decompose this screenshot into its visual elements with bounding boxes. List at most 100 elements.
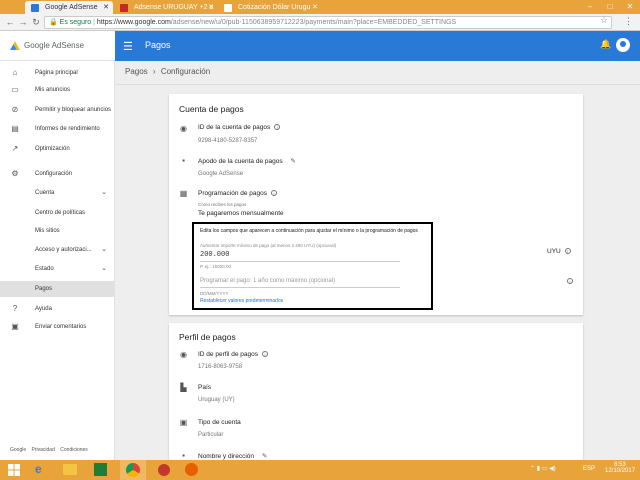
- edit-notice: Edita los campos que aparecen a continua…: [200, 228, 418, 234]
- sidebar-item-settings[interactable]: ⚙ Configuración: [0, 166, 115, 182]
- reload-icon[interactable]: ↻: [30, 16, 42, 28]
- payment-profile-card: Perfil de pagos ◉ ID de perfil de pagos i…: [169, 323, 583, 460]
- menu-icon[interactable]: ☰: [123, 40, 133, 53]
- file-explorer-icon[interactable]: [63, 464, 77, 475]
- info-icon[interactable]: i: [274, 124, 281, 131]
- url-input[interactable]: 🔒 Es seguro | https://www.google.com/ads…: [44, 16, 612, 29]
- back-icon[interactable]: ←: [4, 16, 16, 28]
- notifications-icon[interactable]: 🔔: [600, 39, 611, 50]
- sidebar-item-label: Estado: [35, 266, 54, 272]
- payment-schedule-label: Programación de pagos i: [198, 190, 278, 197]
- close-tab-icon[interactable]: ✕: [312, 1, 318, 14]
- browser-tab-strip: Google AdSense ✕ Adsense URUGUAY +2 a ✕ …: [0, 0, 640, 14]
- sidebar-item-label: Informes de rendimiento: [35, 126, 100, 132]
- payment-account-id-label: ID de la cuenta de pagos i: [198, 124, 281, 131]
- id-card-icon: ▪: [182, 156, 185, 165]
- sidebar-item-payments[interactable]: Pagos: [0, 281, 115, 297]
- ie-icon[interactable]: e: [35, 462, 49, 478]
- date-placeholder: DD/MM/YYYY: [200, 291, 229, 296]
- sidebar-item-my-sites[interactable]: Mis sitios: [0, 223, 115, 239]
- chevron-down-icon: ⌄: [101, 246, 107, 253]
- gear-icon: ⚙: [11, 169, 19, 178]
- edit-pencil-icon[interactable]: ✎: [290, 158, 295, 165]
- browser-tab-adsense-uruguay[interactable]: Adsense URUGUAY +2 a ✕: [114, 1, 218, 14]
- card-title: Perfil de pagos: [179, 332, 236, 342]
- forward-icon[interactable]: →: [17, 16, 29, 28]
- payment-threshold-edit-box: Edita los campos que aparecen a continua…: [192, 222, 433, 310]
- browser-menu-icon[interactable]: ⋮: [624, 16, 633, 27]
- tray-icons[interactable]: ⌃ ▮ ▭ ◀): [530, 465, 556, 472]
- clock[interactable]: 8:53 12/10/2017: [605, 462, 635, 474]
- language-indicator[interactable]: ESP: [583, 466, 595, 472]
- hold-info: i: [563, 278, 573, 285]
- edit-pencil-icon[interactable]: ✎: [262, 453, 267, 460]
- sidebar-item-optimization[interactable]: ↗ Optimización: [0, 141, 115, 157]
- threshold-label: Aumentar importe mínimo de pago (al meno…: [200, 243, 337, 248]
- adsense-favicon-icon: [31, 4, 39, 12]
- browser-tab-adsense[interactable]: Google AdSense ✕: [25, 1, 113, 14]
- threshold-input[interactable]: 200.000: [200, 251, 400, 262]
- sidebar-item-home[interactable]: ⌂ Página principal: [0, 65, 115, 81]
- label-text: ID de perfil de pagos: [198, 351, 258, 358]
- taskbar: e ⌃ ▮ ▭ ◀) ESP 8:53 12/10/2017: [0, 460, 640, 480]
- browser-tab-cotizacion[interactable]: Cotización Dólar Urugu ✕: [218, 1, 322, 14]
- info-icon[interactable]: i: [564, 248, 571, 255]
- maximize-icon[interactable]: □: [600, 0, 620, 14]
- footer-terms-link[interactable]: Condiciones: [60, 447, 88, 453]
- info-icon[interactable]: i: [261, 351, 268, 358]
- reports-icon: ▤: [11, 124, 19, 133]
- threshold-example: P. ej.: 15000.00: [200, 264, 231, 269]
- sidebar-item-label: Cuenta: [35, 190, 55, 196]
- info-icon[interactable]: i: [567, 278, 573, 285]
- sidebar-item-label: Página principal: [35, 70, 78, 76]
- contact-icon: ▪: [182, 451, 185, 460]
- close-tab-icon[interactable]: ✕: [103, 1, 109, 14]
- minimize-icon[interactable]: –: [580, 0, 600, 14]
- account-circle-icon: ◉: [180, 350, 187, 359]
- media-icon[interactable]: [158, 464, 170, 476]
- page-favicon-icon: [224, 4, 232, 12]
- info-icon[interactable]: i: [271, 190, 278, 197]
- ads-icon: ▭: [11, 85, 19, 94]
- sidebar-item-help[interactable]: ? Ayuda: [0, 301, 115, 317]
- account-type-value: Particular: [198, 432, 224, 438]
- excel-icon[interactable]: [94, 463, 107, 476]
- currency-label: UYU: [547, 248, 561, 255]
- sidebar-item-status[interactable]: Estado ⌄: [0, 261, 115, 277]
- sidebar-item-my-ads[interactable]: ▭ Mis anuncios: [0, 82, 115, 98]
- sidebar-item-label: Ayuda: [35, 306, 52, 312]
- sidebar-item-account[interactable]: Cuenta ⌄: [0, 185, 115, 201]
- firefox-icon[interactable]: [185, 463, 198, 476]
- sidebar-item-label: Mis anuncios: [35, 87, 71, 93]
- currency-row: UYU i: [547, 248, 571, 255]
- sidebar-item-label: Pagos: [35, 286, 53, 292]
- page-title: Pagos: [145, 40, 171, 50]
- label-text: Programación de pagos: [198, 190, 268, 197]
- adsense-logo-icon: [10, 41, 20, 50]
- reset-defaults-link[interactable]: Restablecer valores predeterminados: [200, 298, 283, 304]
- sidebar: ⌂ Página principal ▭ Mis anuncios ⊘ Perm…: [0, 61, 115, 460]
- bookmark-star-icon[interactable]: ☆: [600, 15, 608, 26]
- name-address-label: Nombre y dirección ✎: [198, 452, 267, 460]
- sidebar-item-policy-center[interactable]: Centro de políticas: [0, 205, 115, 221]
- footer-google: Google: [10, 447, 27, 453]
- account-type-label: Tipo de cuenta: [198, 419, 241, 426]
- sidebar-item-feedback[interactable]: ▣ Enviar comentarios: [0, 319, 115, 335]
- country-label: País: [198, 384, 212, 391]
- breadcrumb-parent-link[interactable]: Pagos: [125, 67, 148, 76]
- avatar[interactable]: [616, 38, 630, 52]
- close-window-icon[interactable]: ✕: [620, 0, 640, 14]
- sidebar-item-reports[interactable]: ▤ Informes de rendimiento: [0, 121, 115, 137]
- clock-date: 12/10/2017: [605, 468, 636, 474]
- sidebar-item-allow-block[interactable]: ⊘ Permitir y bloquear anuncios: [0, 102, 115, 118]
- sidebar-item-access[interactable]: Acceso y autorizaci... ⌄: [0, 242, 115, 258]
- payment-hold-input[interactable]: Programar el pago: 1 año como máximo (op…: [200, 278, 400, 288]
- breadcrumb-current: Configuración: [160, 67, 211, 76]
- chevron-down-icon: ⌄: [101, 189, 107, 196]
- close-tab-icon[interactable]: ✕: [208, 1, 214, 14]
- footer-privacy-link[interactable]: Privacidad: [32, 447, 55, 453]
- windows-start-icon[interactable]: [8, 464, 20, 476]
- chrome-taskbar-button[interactable]: [120, 460, 146, 480]
- block-icon: ⊘: [11, 105, 19, 114]
- label-text: Nombre y dirección: [198, 453, 254, 460]
